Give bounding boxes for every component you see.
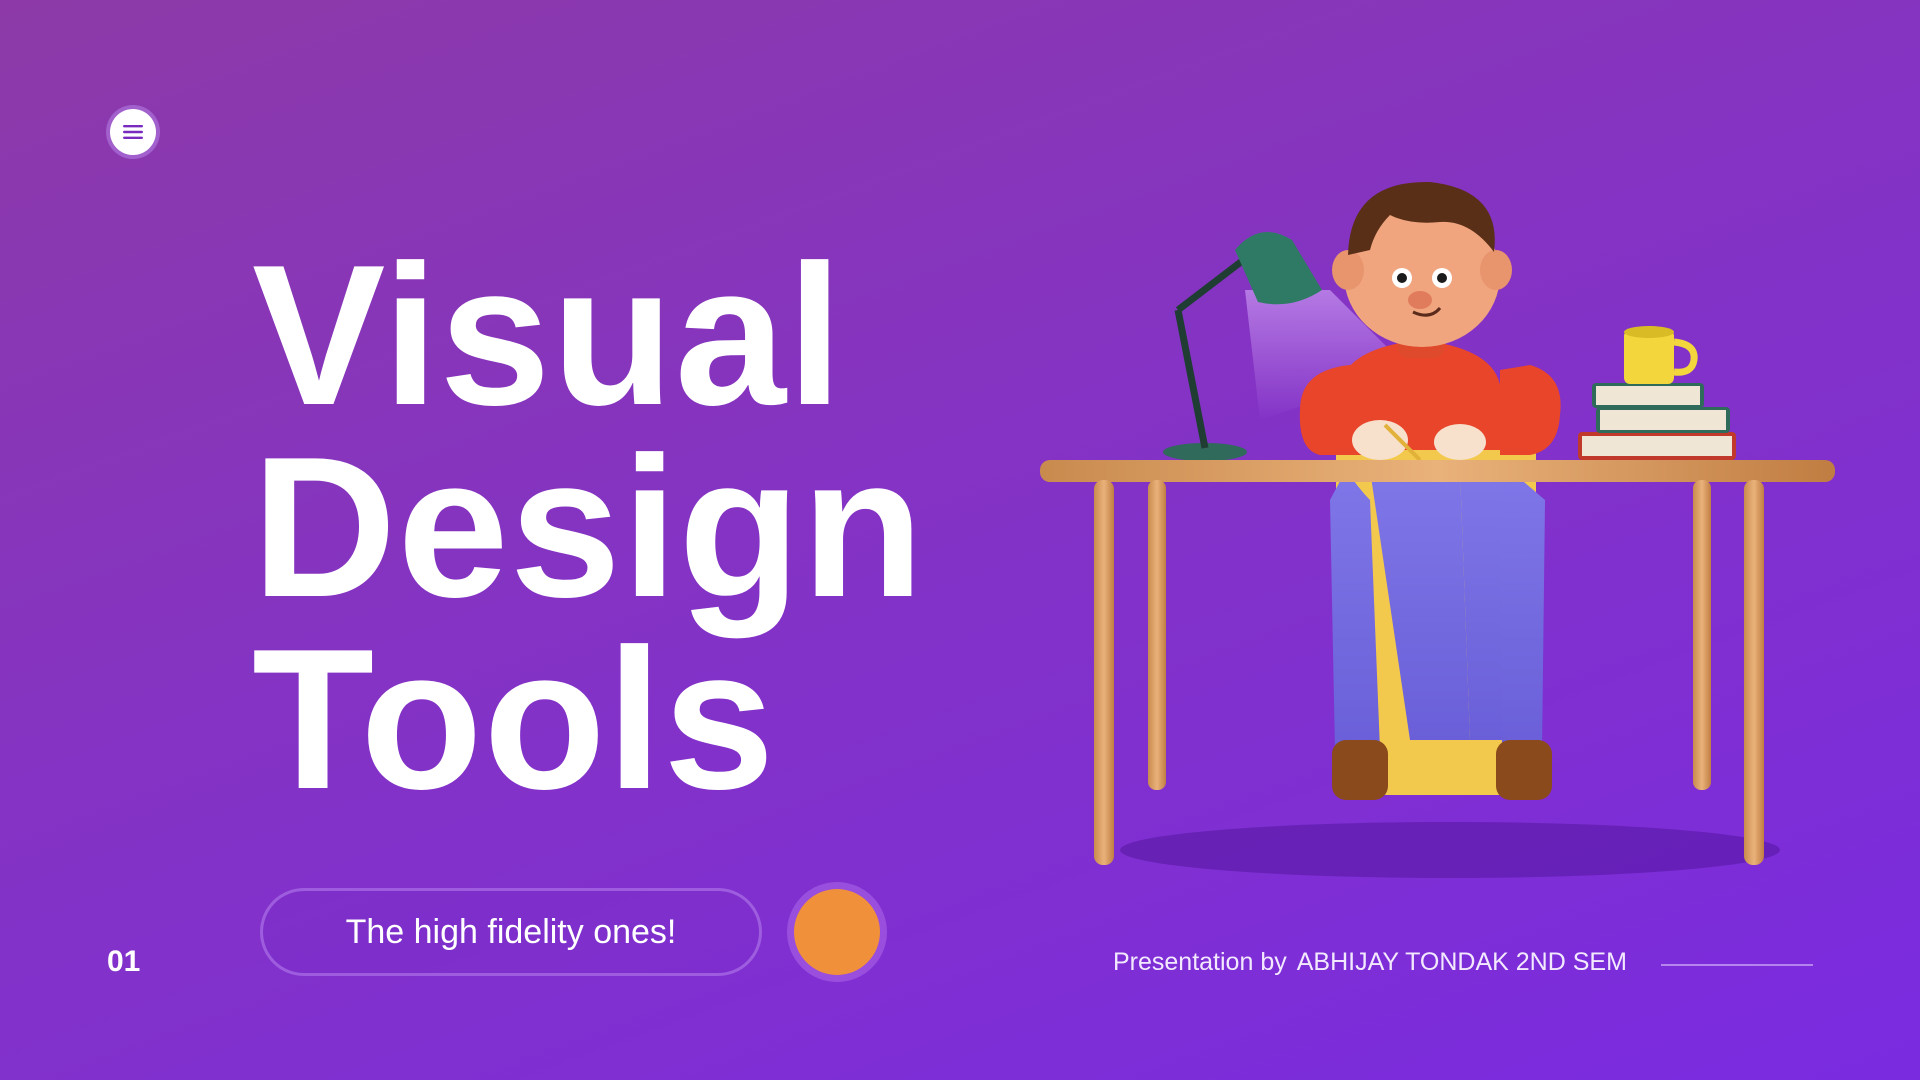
person	[1299, 181, 1561, 800]
presenter-credit: Presentation by ABHIJAY TONDAK 2ND SEM	[1113, 948, 1627, 977]
title-line-3: Tools	[252, 608, 776, 831]
presenter-prefix: Presentation by	[1113, 948, 1287, 976]
slide-title: Visual Design Tools	[252, 224, 925, 831]
tagline-text: The high fidelity ones!	[345, 912, 677, 951]
orange-dot-button[interactable]	[794, 889, 880, 975]
title-line-1: Visual	[252, 224, 844, 447]
menu-button[interactable]	[110, 109, 156, 155]
books-and-mug	[1578, 326, 1736, 460]
footer-divider	[1661, 964, 1813, 966]
presenter-name: ABHIJAY TONDAK 2ND SEM	[1296, 948, 1627, 976]
person-at-desk-illustration	[1040, 181, 1835, 878]
floor-shadow	[1120, 822, 1780, 878]
title-line-2: Design	[252, 416, 925, 639]
page-number: 01	[107, 945, 141, 978]
hamburger-menu-icon	[123, 125, 143, 139]
tagline-pill: The high fidelity ones!	[260, 888, 762, 976]
